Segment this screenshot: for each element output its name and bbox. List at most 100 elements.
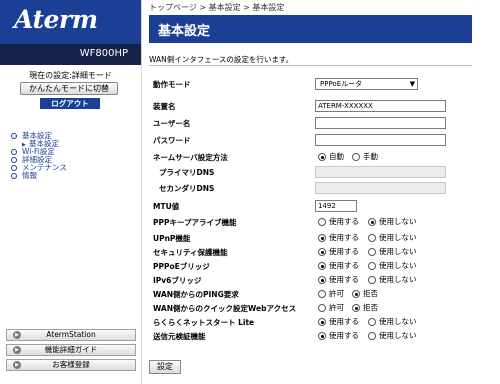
field-label: WAN側からのPING要求 <box>153 290 239 299</box>
field-label: パスワード <box>153 136 191 145</box>
ipv6-bridge-nouse-radio[interactable] <box>368 276 376 284</box>
customer-registration-button[interactable]: ▶ お客様登録 <box>6 359 136 371</box>
arrow-right-icon: ▶ <box>13 346 21 354</box>
dns-manual-radio[interactable] <box>352 153 360 161</box>
security-use-radio[interactable] <box>318 248 326 256</box>
radio-label: 使用しない <box>379 261 417 270</box>
nav-item-label: 情報 <box>22 171 37 180</box>
radio-label: 使用する <box>329 261 359 270</box>
ppp-keepalive-nouse-radio[interactable] <box>368 218 376 226</box>
upnp-nouse-radio[interactable] <box>368 234 376 242</box>
nav-item-info[interactable]: 情報 <box>11 172 139 180</box>
model-name: WF800HP <box>79 48 128 59</box>
radio-label: 使用する <box>329 233 359 242</box>
radio-label: 手動 <box>363 152 378 161</box>
wan-quick-allow-radio[interactable] <box>318 304 326 312</box>
field-label: MTU値 <box>153 202 180 211</box>
circle-bullet-icon <box>11 133 17 139</box>
source-check-nouse-radio[interactable] <box>368 332 376 340</box>
radio-label: 使用する <box>329 331 359 340</box>
mode-panel: 現在の設定:詳細モード かんたんモードに切替 ログアウト <box>0 65 141 112</box>
mtu-input[interactable]: 1492 <box>315 200 357 212</box>
arrow-right-icon: ▶ <box>13 331 21 339</box>
circle-bullet-icon <box>11 173 17 179</box>
field-label: 送信元検証機能 <box>153 332 206 341</box>
field-label: WAN側からのクイック設定Webアクセス <box>153 304 297 313</box>
aterm-logo: Aterm <box>14 5 98 34</box>
field-label: セキュリティ保護機能 <box>153 248 228 257</box>
password-row: パスワード <box>153 134 473 147</box>
security-nouse-radio[interactable] <box>368 248 376 256</box>
field-label: ユーザー名 <box>153 119 191 128</box>
ipv6-bridge-use-radio[interactable] <box>318 276 326 284</box>
radio-label: 使用する <box>329 275 359 284</box>
sidebar-footer: ▶ AtermStation ▶ 機能詳細ガイド ▶ お客様登録 <box>6 329 136 374</box>
dns-auto-radio[interactable] <box>318 153 326 161</box>
chevron-down-icon: ▼ <box>409 80 415 88</box>
submit-button[interactable]: 設定 <box>149 360 181 374</box>
field-label: ネームサーバ設定方法 <box>153 153 228 162</box>
password-input[interactable] <box>315 134 446 146</box>
source-check-row: 送信元検証機能 使用する 使用しない <box>153 330 473 343</box>
wan-ping-deny-radio[interactable] <box>352 290 360 298</box>
field-label: 装置名 <box>153 102 176 111</box>
field-label: 動作モード <box>153 80 191 89</box>
wan-quick-row: WAN側からのクイック設定Webアクセス 許可 拒否 <box>153 302 473 315</box>
button-label: 機能詳細ガイド <box>44 345 98 354</box>
upnp-use-radio[interactable] <box>318 234 326 242</box>
feature-guide-button[interactable]: ▶ 機能詳細ガイド <box>6 344 136 356</box>
operation-mode-select[interactable]: PPPoEルータ ▼ <box>315 78 418 90</box>
user-name-input[interactable] <box>315 117 446 129</box>
radio-label: 使用する <box>329 217 359 226</box>
logo-panel: Aterm <box>0 0 141 44</box>
secondary-dns-row: セカンダリDNS <box>153 182 473 195</box>
wan-quick-deny-radio[interactable] <box>352 304 360 312</box>
radio-label: 許可 <box>329 303 344 312</box>
atermstation-button[interactable]: ▶ AtermStation <box>6 329 136 341</box>
circle-bullet-icon <box>11 149 17 155</box>
sidebar: Aterm WF800HP 現在の設定:詳細モード かんたんモードに切替 ログア… <box>0 0 141 384</box>
dns-method-row: ネームサーバ設定方法 自動 手動 <box>153 151 473 164</box>
pppoe-bridge-row: PPPoEブリッジ 使用する 使用しない <box>153 260 473 273</box>
radio-label: 許可 <box>329 289 344 298</box>
radio-label: 使用する <box>329 317 359 326</box>
source-check-use-radio[interactable] <box>318 332 326 340</box>
pppoe-bridge-nouse-radio[interactable] <box>368 262 376 270</box>
button-label: AtermStation <box>46 330 96 339</box>
logout-button[interactable]: ログアウト <box>40 98 100 109</box>
radio-label: 使用しない <box>379 317 417 326</box>
operation-mode-row: 動作モード PPPoEルータ ▼ <box>153 78 473 91</box>
circle-bullet-icon <box>11 165 17 171</box>
secondary-dns-input[interactable] <box>315 182 446 194</box>
radio-label: 拒否 <box>363 289 378 298</box>
field-label: PPPキープアライブ機能 <box>153 218 237 227</box>
security-row: セキュリティ保護機能 使用する 使用しない <box>153 246 473 259</box>
radio-label: 使用しない <box>379 233 417 242</box>
breadcrumb: トップページ > 基本設定 > 基本設定 <box>149 3 285 12</box>
radio-label: 自動 <box>329 152 344 161</box>
wan-ping-allow-radio[interactable] <box>318 290 326 298</box>
radio-label: 使用しない <box>379 247 417 256</box>
radio-label: 拒否 <box>363 303 378 312</box>
pppoe-bridge-use-radio[interactable] <box>318 262 326 270</box>
radio-label: 使用しない <box>379 217 417 226</box>
upnp-row: UPnP機能 使用する 使用しない <box>153 232 473 245</box>
easy-net-use-radio[interactable] <box>318 318 326 326</box>
current-mode-label: 現在の設定:詳細モード <box>29 71 112 80</box>
device-name-input[interactable]: ATERM-XXXXXX <box>315 100 446 112</box>
primary-dns-row: プライマリDNS <box>153 166 473 179</box>
field-label: IPv6ブリッジ <box>153 276 202 285</box>
radio-label: 使用する <box>329 247 359 256</box>
easy-net-row: らくらくネットスタート Lite 使用する 使用しない <box>153 316 473 329</box>
circle-bullet-icon <box>11 157 17 163</box>
field-label: PPPoEブリッジ <box>153 262 210 271</box>
select-value: PPPoEルータ <box>320 80 363 88</box>
easy-net-nouse-radio[interactable] <box>368 318 376 326</box>
easy-mode-switch-button[interactable]: かんたんモードに切替 <box>20 82 118 95</box>
ppp-keepalive-use-radio[interactable] <box>318 218 326 226</box>
button-label: お客様登録 <box>52 360 90 369</box>
radio-label: 使用しない <box>379 275 417 284</box>
model-bar: WF800HP <box>0 44 141 65</box>
page-title: 基本設定 <box>158 24 211 39</box>
primary-dns-input[interactable] <box>315 166 446 178</box>
